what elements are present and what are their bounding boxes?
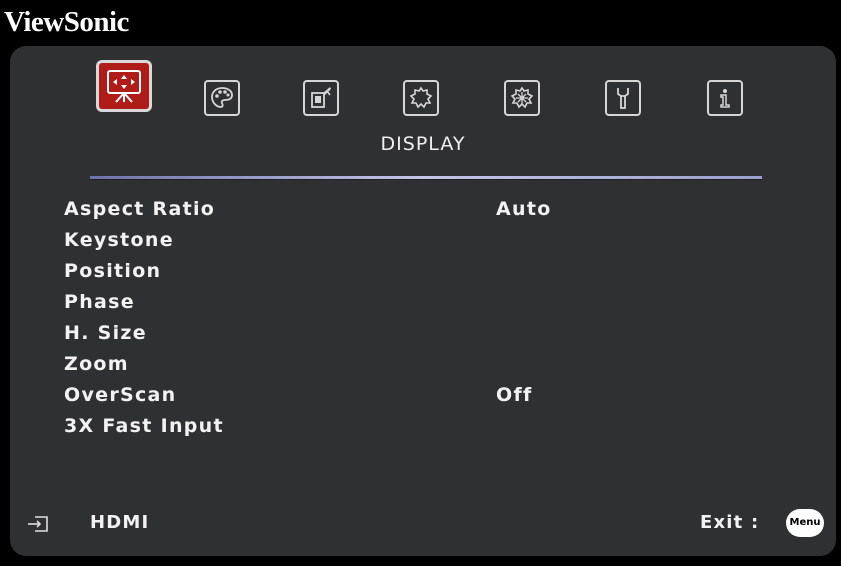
tab-display[interactable] bbox=[96, 60, 152, 112]
tab-system[interactable] bbox=[605, 80, 641, 116]
input-source-label: HDMI bbox=[90, 512, 150, 533]
menu-item-label: OverScan bbox=[64, 384, 177, 406]
display-icon bbox=[107, 70, 141, 103]
menu-item-zoom[interactable]: Zoom bbox=[64, 349, 784, 380]
input-source-icon bbox=[28, 516, 48, 532]
menu-item-keystone[interactable]: Keystone bbox=[64, 225, 784, 256]
tab-power-management[interactable] bbox=[303, 80, 339, 116]
osd-menu-panel: DISPLAY Aspect Ratio Auto Keystone Posit… bbox=[10, 46, 836, 556]
title-divider bbox=[90, 176, 762, 180]
information-icon bbox=[720, 89, 730, 108]
status-footer: HDMI Exit : Menu bbox=[10, 504, 836, 544]
menu-list: Aspect Ratio Auto Keystone Position Phas… bbox=[64, 194, 784, 442]
tab-picture[interactable] bbox=[204, 80, 240, 116]
tab-advanced-settings[interactable] bbox=[504, 80, 540, 116]
menu-item-aspect-ratio[interactable]: Aspect Ratio Auto bbox=[64, 194, 784, 225]
brand-logo: ViewSonic bbox=[4, 6, 129, 38]
menu-item-label: Zoom bbox=[64, 353, 129, 375]
advanced-settings-gear-icon bbox=[510, 86, 534, 109]
menu-item-position[interactable]: Position bbox=[64, 256, 784, 287]
menu-item-label: Phase bbox=[64, 291, 135, 313]
system-wrench-icon bbox=[617, 88, 629, 109]
menu-item-label: H. Size bbox=[64, 322, 147, 344]
menu-item-label: 3X Fast Input bbox=[64, 415, 224, 437]
menu-item-3x-fast-input[interactable]: 3X Fast Input bbox=[64, 411, 784, 442]
exit-label: Exit : bbox=[700, 512, 760, 533]
tab-basic-settings[interactable] bbox=[403, 80, 439, 116]
tab-information[interactable] bbox=[707, 80, 743, 116]
menu-item-value: Auto bbox=[496, 198, 552, 220]
picture-palette-icon bbox=[211, 87, 233, 108]
section-title: DISPLAY bbox=[380, 133, 466, 155]
menu-item-h-size[interactable]: H. Size bbox=[64, 318, 784, 349]
power-management-icon bbox=[311, 87, 331, 108]
basic-settings-gear-icon bbox=[409, 86, 433, 109]
menu-item-phase[interactable]: Phase bbox=[64, 287, 784, 318]
menu-item-overscan[interactable]: OverScan Off bbox=[64, 380, 784, 411]
menu-item-label: Position bbox=[64, 260, 162, 282]
menu-key-button[interactable]: Menu bbox=[786, 509, 824, 537]
menu-item-label: Aspect Ratio bbox=[64, 198, 216, 220]
menu-item-label: Keystone bbox=[64, 229, 174, 251]
menu-tab-bar bbox=[10, 46, 836, 126]
menu-item-value: Off bbox=[496, 384, 533, 406]
